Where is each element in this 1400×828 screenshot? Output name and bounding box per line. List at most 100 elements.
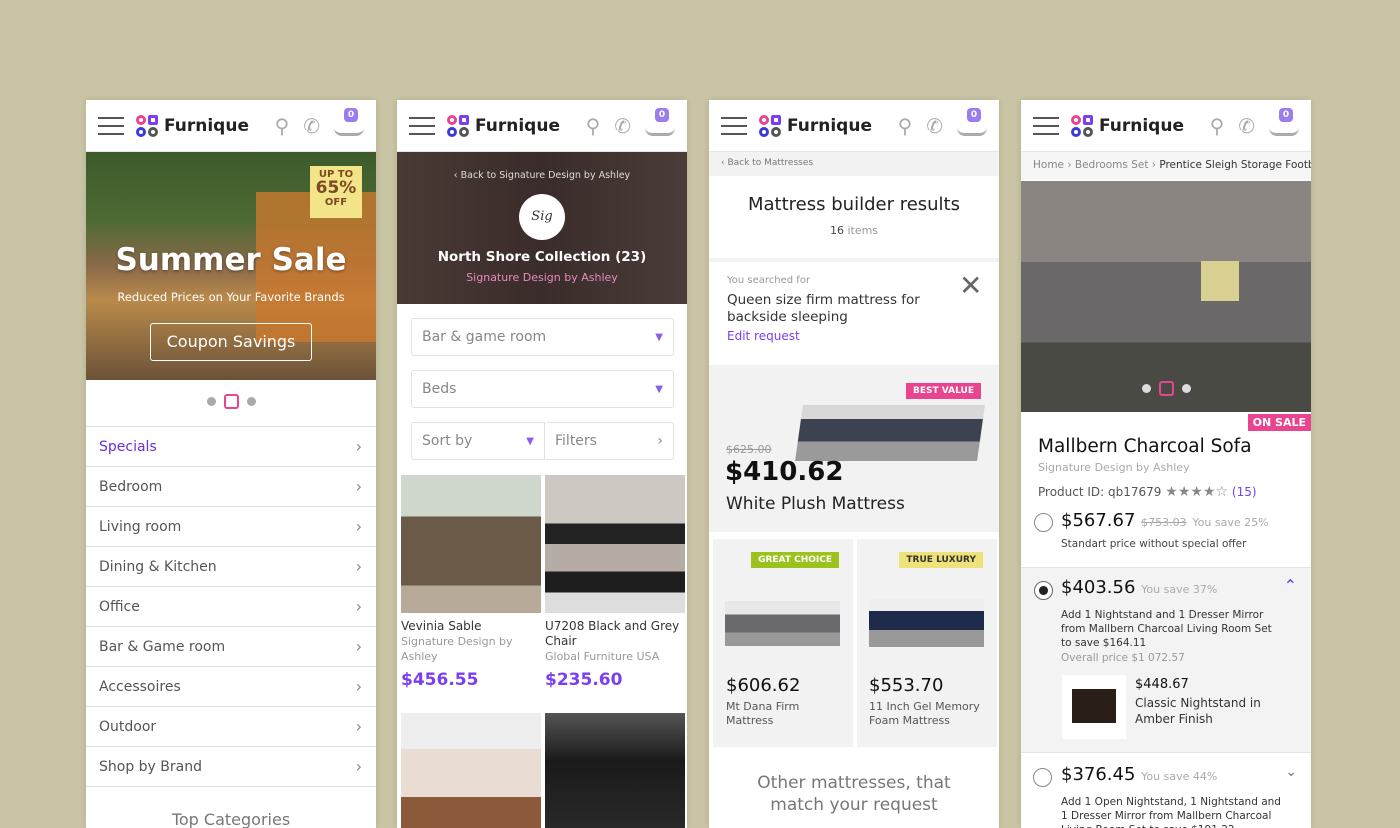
logo-icon[interactable] bbox=[1071, 114, 1093, 137]
phone-icon[interactable]: ✆ bbox=[303, 114, 320, 138]
menu-item-label: Living room bbox=[99, 518, 182, 535]
reviews-link[interactable]: (15) bbox=[1232, 485, 1257, 499]
cart-icon[interactable]: 0 bbox=[1269, 108, 1299, 136]
featured-mattress-card[interactable]: BEST VALUE $625.00 $410.62 White Plush M… bbox=[709, 365, 999, 532]
nightstand-image[interactable] bbox=[1062, 675, 1126, 739]
hero-banner[interactable]: UP TO 65% OFF Summer Sale Reduced Prices o… bbox=[86, 152, 376, 380]
radio-icon-selected[interactable] bbox=[1034, 581, 1053, 600]
back-link[interactable]: ‹ Back to Mattresses bbox=[709, 152, 999, 176]
filters-button[interactable]: Filters › bbox=[545, 422, 674, 460]
room-select[interactable]: Bar & game room ▼ bbox=[411, 318, 674, 356]
search-icon[interactable]: ⚲ bbox=[1210, 114, 1225, 138]
select-value: Bar & game room bbox=[422, 329, 547, 345]
collection-title: North Shore Collection (23) bbox=[437, 249, 647, 265]
brand-name[interactable]: Furnique bbox=[475, 116, 560, 136]
menu-item-label: Accessoires bbox=[99, 678, 181, 695]
back-link[interactable]: ‹ Back to Signature Design by Ashley bbox=[397, 170, 687, 181]
product-meta: Product ID: qb17679 ★★★★☆ (15) bbox=[1038, 484, 1257, 500]
chevron-right-icon: › bbox=[355, 757, 362, 776]
product-name: 11 Inch Gel Memory Foam Mattress bbox=[869, 700, 980, 727]
home-screen: Furnique ⚲ ✆ 0 UP TO 65% OFF Summer Sale R… bbox=[86, 100, 376, 828]
search-icon[interactable]: ⚲ bbox=[898, 114, 913, 138]
type-select[interactable]: Beds ▼ bbox=[411, 370, 674, 408]
cart-count: 0 bbox=[1279, 108, 1293, 122]
price: $553.70 bbox=[869, 675, 944, 696]
cart-icon[interactable]: 0 bbox=[645, 108, 675, 136]
menu-item[interactable]: Outdoor › bbox=[86, 707, 376, 747]
radio-icon[interactable] bbox=[1033, 768, 1052, 787]
results-count: 16 items bbox=[829, 224, 879, 237]
menu-item[interactable]: Accessoires › bbox=[86, 667, 376, 707]
price-option-standard[interactable]: $567.67 $753.03 You save 25% Standart pr… bbox=[1021, 510, 1311, 566]
phone-icon[interactable]: ✆ bbox=[926, 114, 943, 138]
great-choice-badge: GREAT CHOICE bbox=[751, 552, 839, 568]
menu-item-label: Outdoor bbox=[99, 718, 157, 735]
product-image bbox=[545, 475, 685, 613]
phone-icon[interactable]: ✆ bbox=[1238, 114, 1255, 138]
searched-label: You searched for bbox=[727, 275, 811, 286]
on-sale-badge: ON SALE bbox=[1247, 414, 1311, 431]
menu-item[interactable]: Bedroom › bbox=[86, 467, 376, 507]
caret-down-icon: ▼ bbox=[526, 435, 534, 447]
caret-down-icon: ▼ bbox=[655, 383, 663, 395]
brand-name[interactable]: Furnique bbox=[164, 116, 249, 136]
chevron-right-icon: › bbox=[355, 677, 362, 696]
menu-item[interactable]: Living room › bbox=[86, 507, 376, 547]
product-image[interactable] bbox=[545, 713, 685, 828]
chevron-right-icon: › bbox=[355, 717, 362, 736]
search-icon[interactable]: ⚲ bbox=[586, 114, 601, 138]
sort-select[interactable]: Sort by ▼ bbox=[411, 422, 545, 460]
product-name: Vevinia Sable bbox=[401, 619, 482, 633]
menu-icon[interactable] bbox=[1033, 116, 1059, 135]
menu-icon[interactable] bbox=[409, 116, 435, 135]
logo-icon[interactable] bbox=[759, 114, 781, 137]
mattress-image bbox=[725, 601, 840, 646]
menu-item[interactable]: Office › bbox=[86, 587, 376, 627]
carousel-dots[interactable] bbox=[86, 394, 376, 409]
promo-badge: UP TO 65% OFF bbox=[310, 166, 362, 218]
product-price: $235.60 bbox=[545, 670, 623, 690]
chevron-up-icon[interactable]: ⌃ bbox=[1284, 576, 1297, 595]
menu-icon[interactable] bbox=[721, 116, 747, 135]
mattress-card[interactable]: GREAT CHOICE $606.62 Mt Dana Firm Mattre… bbox=[713, 539, 853, 747]
collection-brand[interactable]: Signature Design by Ashley bbox=[397, 271, 687, 284]
chevron-right-icon: › bbox=[355, 437, 362, 456]
logo-icon[interactable] bbox=[447, 114, 469, 137]
search-icon[interactable]: ⚲ bbox=[275, 114, 290, 138]
product-card[interactable]: Vevinia Sable Signature Design by Ashley… bbox=[401, 475, 541, 690]
cart-icon[interactable]: 0 bbox=[957, 108, 987, 136]
menu-item[interactable]: Bar & Game room › bbox=[86, 627, 376, 667]
edit-request-link[interactable]: Edit request bbox=[727, 329, 800, 343]
best-value-badge: BEST VALUE bbox=[906, 383, 981, 399]
product-name: White Plush Mattress bbox=[726, 494, 905, 514]
filters-label: Filters bbox=[555, 433, 597, 449]
radio-icon[interactable] bbox=[1034, 513, 1053, 532]
menu-item[interactable]: Dining & Kitchen › bbox=[86, 547, 376, 587]
brand-name[interactable]: Furnique bbox=[1099, 116, 1184, 136]
product-card[interactable]: U7208 Black and Grey Chair Global Furnit… bbox=[545, 475, 685, 690]
old-price: $625.00 bbox=[726, 443, 772, 456]
product-image[interactable] bbox=[1021, 181, 1311, 412]
breadcrumb-bedrooms-set[interactable]: Bedrooms Set bbox=[1075, 159, 1149, 171]
coupon-savings-button[interactable]: Coupon Savings bbox=[150, 323, 312, 361]
logo-icon[interactable] bbox=[136, 114, 158, 137]
menu-icon[interactable] bbox=[98, 116, 124, 135]
chevron-right-icon: › bbox=[355, 597, 362, 616]
chevron-down-icon[interactable]: ⌄ bbox=[1285, 764, 1297, 780]
price-option-bundle-2[interactable]: $376.45 You save 44% ⌄ Add 1 Open Nights… bbox=[1021, 754, 1311, 828]
cart-icon[interactable]: 0 bbox=[334, 108, 364, 136]
breadcrumb-home[interactable]: Home bbox=[1033, 159, 1064, 171]
phone-icon[interactable]: ✆ bbox=[614, 114, 631, 138]
menu-item[interactable]: Shop by Brand › bbox=[86, 747, 376, 787]
carousel-dots[interactable] bbox=[1021, 381, 1311, 396]
chevron-right-icon: › bbox=[355, 637, 362, 656]
brand-name[interactable]: Furnique bbox=[787, 116, 872, 136]
mattress-image bbox=[795, 405, 985, 461]
close-icon[interactable]: ✕ bbox=[959, 272, 982, 300]
menu-item[interactable]: Specials › bbox=[86, 427, 376, 467]
menu-item-label: Shop by Brand bbox=[99, 758, 202, 775]
product-image[interactable] bbox=[401, 713, 541, 828]
mattress-card[interactable]: TRUE LUXURY $553.70 11 Inch Gel Memory F… bbox=[857, 539, 997, 747]
price-option-bundle[interactable]: $403.56 You save 37% ⌃ Add 1 Nightstand … bbox=[1021, 567, 1311, 753]
search-query: Queen size firm mattress for backside sl… bbox=[727, 292, 920, 325]
